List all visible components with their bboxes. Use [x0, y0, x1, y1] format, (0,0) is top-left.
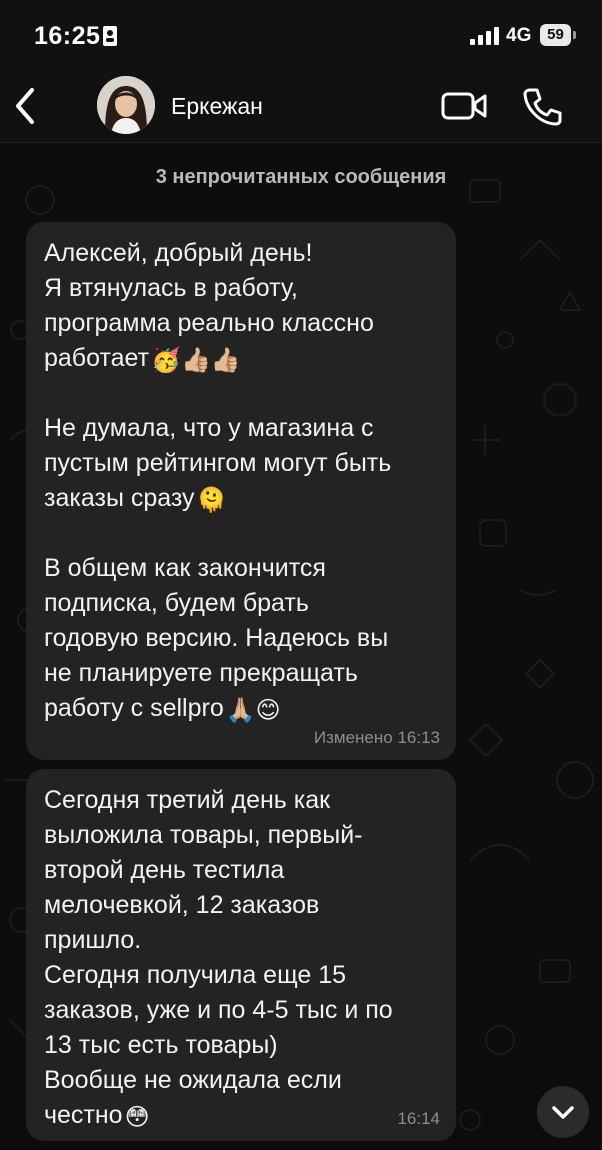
cellular-signal-icon: [470, 27, 499, 45]
message-line-with-emoji: заказы сразу🫠: [44, 481, 438, 516]
message-bubble[interactable]: Сегодня третий день как выложила товары,…: [26, 769, 456, 1141]
message-line: годовую версию. Надеюсь вы: [44, 624, 389, 652]
message-line: Алексей, добрый день!: [44, 239, 313, 267]
message-line: пришло.: [44, 926, 142, 954]
message-time: 16:13: [397, 728, 440, 747]
scroll-to-bottom-button[interactable]: [537, 1086, 589, 1138]
message-line-with-emoji: честно😳: [44, 1098, 438, 1133]
status-time: 16:25: [34, 22, 101, 50]
flushed-face-emoji-icon: 😳: [124, 1103, 150, 1131]
avatar[interactable]: [97, 76, 155, 134]
battery-tip: [573, 31, 576, 39]
message-line: Сегодня получила еще 15: [44, 961, 347, 989]
battery-level: 59: [547, 26, 564, 43]
id-card-icon: [103, 26, 117, 46]
message-line-with-emoji: работу с sellpro🙏🏼😊: [44, 691, 438, 726]
message-bubble[interactable]: Алексей, добрый день! Я втянулась в рабо…: [26, 222, 456, 760]
message-line: 13 тыс есть товары): [44, 1031, 278, 1059]
edited-label: Изменено: [313, 728, 393, 747]
battery-icon: 59: [540, 24, 576, 46]
party-thumbs-up-emoji-icon: 🥳👍🏼👍🏼: [151, 346, 241, 374]
message-line-text: честно: [44, 1101, 123, 1129]
message-line: пустым рейтингом могут быть: [44, 449, 392, 477]
avatar-photo: [97, 76, 155, 134]
video-call-button[interactable]: [440, 86, 488, 126]
unread-messages-divider: 3 непрочитанных сообщения: [0, 158, 602, 198]
message-line: подписка, будем брать: [44, 589, 309, 617]
message-line: Я втянулась в работу,: [44, 274, 298, 302]
message-line: программа реально классно: [44, 309, 374, 337]
message-meta: 16:14: [397, 1109, 440, 1129]
message-line-text: работает: [44, 344, 150, 372]
message-line: Не думала, что у магазина с: [44, 414, 374, 442]
video-camera-icon: [441, 92, 487, 120]
chat-screen: 16:25 4G 59 Еркежан 3 непрочитанных сооб…: [0, 0, 602, 1150]
message-line-with-emoji: работает🥳👍🏼👍🏼: [44, 341, 438, 376]
message-line: В общем как закончится: [44, 554, 326, 582]
message-line: Вообще не ожидала если: [44, 1066, 342, 1094]
network-type-label: 4G: [506, 25, 532, 46]
back-button[interactable]: [6, 82, 46, 130]
message-line: мелочевкой, 12 заказов: [44, 891, 320, 919]
message-line: заказов, уже и по 4-5 тыс и по: [44, 996, 393, 1024]
unread-count-label: 3 непрочитанных сообщения: [155, 166, 447, 188]
message-line: не планируете прекращать: [44, 659, 358, 687]
phone-icon: [523, 88, 562, 126]
chat-header: Еркежан: [0, 72, 602, 143]
contact-name[interactable]: Еркежан: [171, 93, 263, 120]
chevron-down-icon: [552, 1106, 574, 1119]
message-time: 16:14: [397, 1109, 440, 1128]
status-bar: 16:25 4G 59: [0, 0, 602, 72]
chevron-left-icon: [16, 88, 34, 124]
voice-call-button[interactable]: [520, 84, 562, 128]
melting-face-emoji-icon: 🫠: [196, 486, 227, 514]
message-line: выложила товары, первый-: [44, 821, 363, 849]
pray-smile-emoji-icon: 🙏🏼😊: [225, 696, 281, 724]
message-line-text: заказы сразу: [44, 484, 195, 512]
message-line: второй день тестила: [44, 856, 285, 884]
message-line: Сегодня третий день как: [44, 786, 331, 814]
message-meta: Изменено 16:13: [314, 728, 440, 748]
message-line-text: работу с sellpro: [44, 694, 224, 722]
